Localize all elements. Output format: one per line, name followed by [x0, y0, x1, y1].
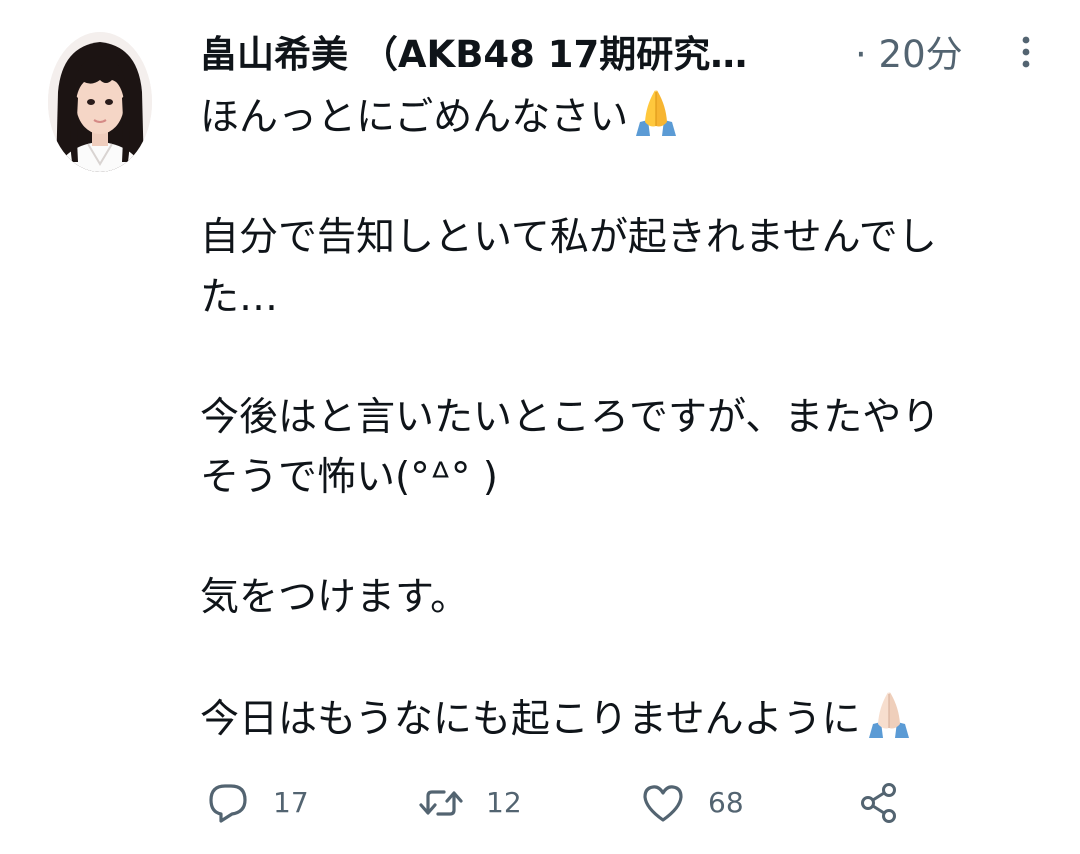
tweet-line: 今後はと言いたいところですが、またやり [200, 395, 941, 440]
reply-button[interactable]: 17 [205, 775, 309, 831]
tweet-body: ほんっとにごめんなさい 自分で告知しといて私が起きれませんでし た… 今後はと言… [200, 86, 1050, 750]
heart-icon [643, 785, 683, 822]
share-icon [861, 783, 896, 823]
reply-icon [209, 784, 247, 823]
like-count: 68 [708, 786, 744, 819]
tweet-line: そうで怖い(°ᐞ° ) [200, 455, 499, 500]
tweet-line: 気をつけます。 [200, 575, 470, 620]
avatar-image [48, 32, 152, 172]
tweet-actions: 17 12 68 [200, 775, 960, 835]
share-button[interactable] [856, 775, 902, 831]
tweet-line: ほんっとにごめんなさい [200, 86, 1050, 148]
tweet-header: 畠山希美 （AKB48 17期研究… · 20分 [200, 30, 1030, 80]
tweet-line: 今日はもうなにも起こりませんように [200, 688, 1050, 750]
tweet-line: た… [200, 275, 279, 320]
display-name[interactable]: 畠山希美 （AKB48 17期研究… [200, 32, 747, 78]
timestamp[interactable]: · 20分 [855, 32, 963, 78]
folded-hands-emoji [636, 90, 677, 136]
tweet-line: 自分で告知しといて私が起きれませんでし [200, 215, 937, 260]
like-button[interactable]: 68 [640, 775, 744, 831]
reply-count: 17 [273, 786, 309, 819]
tweet[interactable]: 畠山希美 （AKB48 17期研究… · 20分 ほんっとにごめんなさい 自分で… [0, 0, 1080, 854]
retweet-count: 12 [486, 786, 522, 819]
avatar[interactable] [48, 32, 152, 172]
retweet-button[interactable]: 12 [418, 775, 522, 831]
retweet-icon [419, 790, 463, 816]
folded-hands-light-skin-emoji [868, 692, 909, 738]
more-vertical-icon[interactable] [1014, 34, 1038, 74]
